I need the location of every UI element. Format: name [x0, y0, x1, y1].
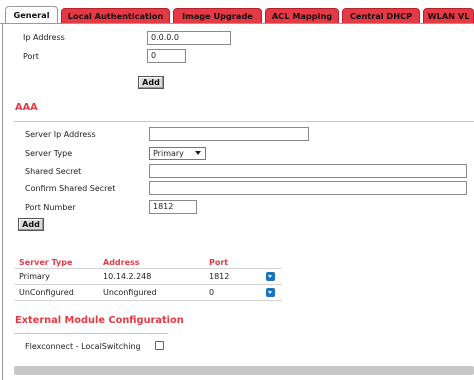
server-type-select[interactable]: Primary	[149, 147, 206, 160]
row2-server-type: UnConfigured	[19, 288, 74, 297]
aaa-divider	[14, 121, 474, 122]
horizontal-scrollbar[interactable]	[14, 366, 474, 375]
aaa-section-title: AAA	[15, 102, 38, 113]
confirm-secret-input[interactable]	[149, 181, 467, 195]
external-module-divider	[14, 333, 168, 334]
table-header-divider	[14, 268, 282, 269]
tab-bar: General Local Authentication Image Upgra…	[0, 0, 474, 24]
row1-port: 1812	[209, 272, 230, 281]
port-input[interactable]: 0	[147, 49, 186, 63]
ip-address-input[interactable]: 0.0.0.0	[147, 31, 231, 45]
row1-dropdown-icon[interactable]	[266, 272, 275, 281]
tab-local-authentication[interactable]: Local Authentication	[61, 8, 170, 23]
ip-address-label: Ip Address	[23, 33, 65, 42]
row2-port: 0	[209, 288, 215, 297]
row2-address: Unconfigured	[103, 288, 157, 297]
tab-image-upgrade[interactable]: Image Upgrade	[173, 8, 262, 23]
tab-general[interactable]: General	[5, 6, 58, 24]
confirm-secret-label: Confirm Shared Secret	[25, 184, 116, 193]
tab-central-dhcp[interactable]: Central DHCP	[342, 8, 420, 23]
table-row-divider	[14, 284, 282, 285]
row2-dropdown-icon[interactable]	[266, 288, 275, 297]
row1-address: 10.14.2.248	[103, 272, 152, 281]
chevron-down-icon	[195, 151, 201, 155]
flexconnect-checkbox[interactable]	[155, 341, 164, 350]
shared-secret-label: Shared Secret	[25, 167, 82, 176]
add-ip-button[interactable]: Add	[138, 76, 164, 89]
row1-server-type: Primary	[19, 272, 50, 281]
server-ip-input[interactable]	[149, 127, 309, 141]
add-server-button[interactable]: Add	[18, 218, 44, 231]
flexconnect-label: Flexconnect - LocalSwitching	[25, 342, 141, 351]
server-ip-label: Server Ip Address	[25, 130, 96, 139]
table-header-server-type: Server Type	[19, 258, 73, 267]
port-label: Port	[23, 52, 39, 61]
port-number-label: Port Number	[25, 203, 76, 212]
port-number-input[interactable]: 1812	[149, 200, 197, 214]
external-module-title: External Module Configuration	[15, 315, 184, 326]
table-row-divider	[14, 300, 282, 301]
tab-acl-mapping[interactable]: ACL Mapping	[265, 8, 339, 23]
tab-underline	[0, 23, 474, 24]
tab-wlan-vlan[interactable]: WLAN VL	[423, 8, 474, 23]
shared-secret-input[interactable]	[149, 164, 467, 178]
table-header-port: Port	[209, 258, 229, 267]
server-type-label: Server Type	[25, 149, 73, 158]
table-header-address: Address	[103, 258, 140, 267]
content-left-border	[2, 24, 3, 380]
server-type-value: Primary	[153, 149, 184, 158]
